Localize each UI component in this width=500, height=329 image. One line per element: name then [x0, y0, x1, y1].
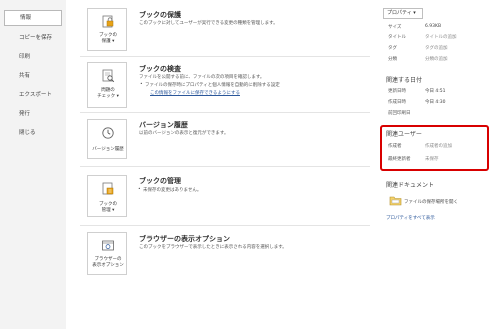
divider — [80, 112, 370, 113]
created-value: 今日 4:30 — [425, 100, 446, 105]
last-modified-by-label: 最終更新者 — [388, 157, 411, 162]
inspect-bullet: ファイルの保存時にプロパティと個人情報を自動的に削除する設定 — [140, 82, 280, 88]
inspect-document-icon — [102, 69, 115, 83]
open-file-location-link[interactable]: ファイルの保存場所を開く — [404, 199, 458, 205]
lock-icon — [102, 15, 114, 28]
manage-workbook-button[interactable]: ブックの 管理 ▾ — [87, 175, 127, 217]
protect-label-line2: 保護 ▾ — [101, 39, 115, 44]
browser-desc: このブックをブラウザーで表示したときに表示される内容を選択します。 — [139, 245, 287, 250]
divider — [80, 166, 370, 167]
browser-view-options-button[interactable]: ブラウザーの 表示オプション — [87, 232, 127, 275]
version-history-button[interactable]: バージョン履歴 — [87, 119, 127, 159]
versions-desc: 以前のバージョンの表示と復元ができます。 — [139, 131, 229, 136]
inspect-desc: ファイルを公開する前に、ファイルの次の項目を確認します。 — [139, 75, 265, 80]
properties-dropdown[interactable]: プロパティ ▾ — [383, 8, 423, 19]
browser-icon — [102, 240, 114, 251]
manage-workbook-icon — [102, 182, 114, 195]
inspect-title: ブックの検査 — [139, 65, 181, 73]
nav-item-save-copy[interactable]: コピーを保存 — [4, 31, 62, 45]
clock-icon — [102, 127, 114, 139]
prop-title-label: タイトル — [388, 35, 406, 40]
backstage-nav: 情報 コピーを保存 印刷 共有 エクスポート 発行 閉じる — [0, 0, 66, 329]
nav-item-share[interactable]: 共有 — [4, 69, 62, 83]
prop-size-label: サイズ — [388, 25, 402, 30]
last-printed-label: 前回印刷日 — [388, 111, 411, 116]
author-value[interactable]: 作成者の追加 — [425, 143, 452, 149]
related-dates-heading: 関連する日付 — [386, 77, 423, 84]
version-history-label: バージョン履歴 — [92, 147, 124, 152]
author-label: 作成者 — [388, 144, 402, 149]
created-label: 作成日時 — [388, 100, 406, 105]
protect-desc: このブックに対してユーザーが実行できる変更の種類を管理します。 — [139, 21, 278, 26]
versions-title: バージョン履歴 — [139, 121, 188, 129]
last-modified-by-value: 未保存 — [425, 157, 439, 162]
show-all-properties-link[interactable]: プロパティをすべて表示 — [386, 215, 435, 221]
nav-item-publish[interactable]: 発行 — [4, 107, 62, 121]
browser-title: ブラウザーの表示オプション — [139, 235, 230, 243]
nav-item-print[interactable]: 印刷 — [4, 50, 62, 64]
modified-value: 今日 4:51 — [425, 89, 446, 94]
nav-item-info[interactable]: 情報 — [4, 10, 62, 26]
allow-save-info-link[interactable]: この情報をファイルに保存できるようにする — [150, 90, 240, 96]
protect-title: ブックの保護 — [139, 11, 181, 19]
divider — [80, 225, 370, 226]
prop-tags-label: タグ — [388, 46, 397, 51]
divider — [80, 56, 370, 57]
protect-workbook-button[interactable]: ブックの 保護 ▾ — [87, 8, 127, 51]
related-people-heading: 関連ユーザー — [386, 131, 422, 138]
manage-label-line2: 管理 ▾ — [101, 208, 115, 213]
prop-category-label: 分類 — [388, 57, 397, 62]
manage-title: ブックの管理 — [139, 177, 181, 185]
prop-title-value[interactable]: タイトルの追加 — [425, 34, 457, 40]
modified-label: 更新日時 — [388, 89, 406, 94]
prop-size-value: 6.93KB — [425, 24, 442, 29]
prop-category-value[interactable]: 分類の追加 — [425, 56, 448, 62]
related-documents-heading: 関連ドキュメント — [386, 182, 435, 189]
check-issues-button[interactable]: 問題の チェック ▾ — [87, 62, 127, 108]
check-issues-label-line2: チェック ▾ — [97, 94, 119, 99]
browser-label-line2: 表示オプション — [92, 263, 124, 268]
manage-bullet: 未保存の変更はありません。 — [138, 187, 201, 193]
prop-tags-value[interactable]: タグの追加 — [425, 45, 448, 51]
nav-item-export[interactable]: エクスポート — [4, 88, 62, 102]
nav-item-close[interactable]: 閉じる — [4, 126, 62, 140]
folder-icon — [389, 196, 402, 206]
